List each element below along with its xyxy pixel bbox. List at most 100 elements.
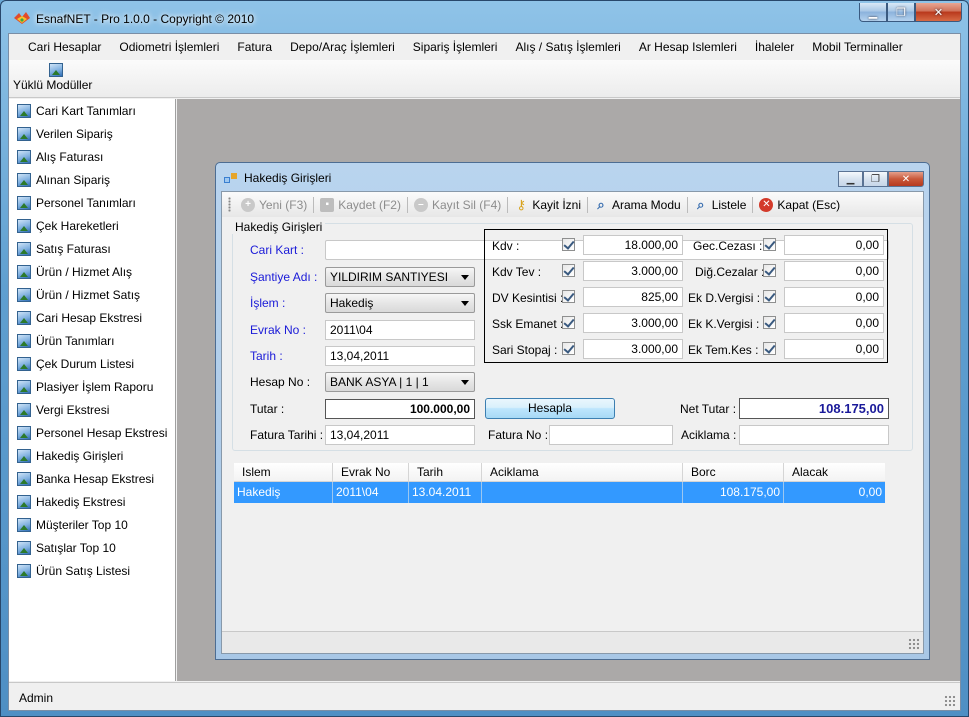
sari-stopaj-checkbox[interactable]	[562, 342, 575, 355]
sidebar-item-satislar-top-10[interactable]: Satışlar Top 10	[9, 536, 175, 559]
sidebar-item-satis-faturasi[interactable]: Satış Faturası	[9, 237, 175, 260]
dig-cezalar-checkbox[interactable]	[763, 264, 776, 277]
form-status-bar	[222, 631, 923, 653]
group-title: Hakediş Girişleri	[232, 220, 326, 234]
child-title-bar[interactable]: Hakediş Girişleri	[224, 171, 331, 185]
picture-icon	[17, 149, 31, 164]
evrak-no-label: Evrak No :	[250, 323, 307, 337]
dv-kesintisi-input[interactable]: 825,00	[583, 287, 683, 307]
sidebar-item-vergi-ekstresi[interactable]: Vergi Ekstresi	[9, 398, 175, 421]
menu-odiometri[interactable]: Odiometri İşlemleri	[110, 34, 228, 60]
cari-kart-label: Cari Kart :	[250, 243, 305, 257]
maximize-button[interactable]: ❐	[887, 3, 915, 22]
ek-k-vergisi-checkbox[interactable]	[763, 316, 776, 329]
child-minimize-button[interactable]: ▁	[838, 171, 863, 187]
ek-tem-kes-input[interactable]: 0,00	[784, 339, 884, 359]
aciklama-input[interactable]	[739, 425, 889, 445]
fatura-no-input[interactable]	[549, 425, 673, 445]
ssk-emanet-checkbox[interactable]	[562, 316, 575, 329]
menu-depo-arac[interactable]: Depo/Araç İşlemleri	[281, 34, 404, 60]
ek-d-vergisi-input[interactable]: 0,00	[784, 287, 884, 307]
delete-record-button[interactable]: – Kayıt Sil (F4)	[410, 197, 505, 212]
picture-icon	[17, 425, 31, 440]
resize-grip[interactable]	[944, 695, 956, 707]
picture-icon	[17, 310, 31, 325]
menu-cari-hesaplar[interactable]: Cari Hesaplar	[19, 34, 110, 60]
resize-grip[interactable]	[908, 638, 920, 650]
hesapla-button[interactable]: Hesapla	[485, 398, 615, 419]
sidebar-item-personel-tanimlari[interactable]: Personel Tanımları	[9, 191, 175, 214]
minimize-button[interactable]: ▁	[859, 3, 887, 22]
sidebar-item-label: Vergi Ekstresi	[36, 402, 110, 417]
sidebar-item-label: Hakediş Ekstresi	[36, 494, 126, 509]
kdv-tev-input[interactable]: 3.000,00	[583, 261, 683, 281]
dv-kesintisi-label: DV Kesintisi :	[492, 291, 564, 305]
ssk-emanet-input[interactable]: 3.000,00	[583, 313, 683, 333]
sidebar-item-urun-satis-listesi[interactable]: Ürün Satış Listesi	[9, 559, 175, 582]
sidebar-item-label: Hakediş Girişleri	[36, 448, 124, 463]
record-permission-button[interactable]: ⚷ Kayit İzni	[510, 197, 585, 212]
fatura-tarihi-input[interactable]: 13,04,2011	[325, 425, 475, 445]
save-button[interactable]: ▪ Kaydet (F2)	[316, 197, 405, 212]
sidebar-item-alinan-siparis[interactable]: Alınan Sipariş	[9, 168, 175, 191]
kdv-tev-checkbox[interactable]	[562, 264, 575, 277]
search-mode-button[interactable]: ⌕ Arama Modu	[590, 197, 685, 212]
tarih-input[interactable]: 13,04,2011	[325, 346, 475, 366]
sari-stopaj-input[interactable]: 3.000,00	[583, 339, 683, 359]
sidebar-item-urun-hizmet-satis[interactable]: Ürün / Hizmet Satış	[9, 283, 175, 306]
save-label: Kaydet (F2)	[338, 197, 401, 212]
column-header-aciklama[interactable]: Aciklama	[482, 463, 683, 481]
menu-mobil-terminaller[interactable]: Mobil Terminaller	[803, 34, 911, 60]
column-header-alacak[interactable]: Alacak	[784, 463, 885, 481]
dv-kesintisi-checkbox[interactable]	[562, 290, 575, 303]
sidebar-item-cek-durum-listesi[interactable]: Çek Durum Listesi	[9, 352, 175, 375]
ek-d-vergisi-checkbox[interactable]	[763, 290, 776, 303]
sidebar-item-cari-hesap-ekstresi[interactable]: Cari Hesap Ekstresi	[9, 306, 175, 329]
child-maximize-button[interactable]: ❐	[863, 171, 888, 187]
menu-fatura[interactable]: Fatura	[228, 34, 281, 60]
column-header-evrak-no[interactable]: Evrak No	[333, 463, 409, 481]
close-form-button[interactable]: ✕ Kapat (Esc)	[755, 197, 844, 212]
evrak-no-input[interactable]: 2011\04	[325, 320, 475, 340]
gec-cezasi-checkbox[interactable]	[763, 238, 776, 251]
loaded-modules-button[interactable]: Yüklü Modüller	[13, 63, 103, 92]
title-bar[interactable]: EsnafNET - Pro 1.0.0 - Copyright © 2010 …	[1, 1, 968, 33]
kdv-input[interactable]: 18.000,00	[583, 235, 683, 255]
child-close-button[interactable]: ✕	[888, 171, 924, 187]
sidebar-item-cek-hareketleri[interactable]: Çek Hareketleri	[9, 214, 175, 237]
sidebar-item-banka-hesap-ekstresi[interactable]: Banka Hesap Ekstresi	[9, 467, 175, 490]
sidebar-item-personel-hesap-ekstresi[interactable]: Personel Hesap Ekstresi	[9, 421, 175, 444]
list-button[interactable]: ⌕ Listele	[690, 197, 751, 212]
table-row[interactable]: Hakediş 2011\04 13.04.2011 108.175,00 0,…	[234, 482, 885, 503]
kdv-checkbox[interactable]	[562, 238, 575, 251]
santiye-select[interactable]: YILDIRIM SANTIYESI	[325, 267, 475, 287]
menu-ihaleler[interactable]: İhaleler	[746, 34, 803, 60]
sidebar-item-cari-kart-tanimlari[interactable]: Cari Kart Tanımları	[9, 99, 175, 122]
menu-ar-hesap[interactable]: Ar Hesap Islemleri	[630, 34, 746, 60]
floppy-disk-icon: ▪	[320, 197, 335, 212]
column-header-islem[interactable]: Islem	[234, 463, 333, 481]
sidebar-item-verilen-siparis[interactable]: Verilen Sipariş	[9, 122, 175, 145]
sidebar-item-urun-hizmet-alis[interactable]: Ürün / Hizmet Alış	[9, 260, 175, 283]
islem-select[interactable]: Hakediş	[325, 293, 475, 313]
sidebar-item-label: Ürün / Hizmet Satış	[36, 287, 141, 302]
sidebar-item-plasiyer-islem-raporu[interactable]: Plasiyer İşlem Raporu	[9, 375, 175, 398]
menu-siparis[interactable]: Sipariş İşlemleri	[404, 34, 507, 60]
sidebar-item-urun-tanimlari[interactable]: Ürün Tanımları	[9, 329, 175, 352]
sidebar-item-hakedis-girisleri[interactable]: Hakediş Girişleri	[9, 444, 175, 467]
menu-alis-satis[interactable]: Alış / Satış İşlemleri	[506, 34, 629, 60]
toolbar-grip[interactable]	[228, 197, 231, 212]
sidebar-item-hakedis-ekstresi[interactable]: Hakediş Ekstresi	[9, 490, 175, 513]
column-header-borc[interactable]: Borc	[683, 463, 784, 481]
close-button[interactable]: ✕	[915, 3, 962, 22]
new-button[interactable]: + Yeni (F3)	[237, 197, 311, 212]
dig-cezalar-input[interactable]: 0,00	[784, 261, 884, 281]
gec-cezasi-input[interactable]: 0,00	[784, 235, 884, 255]
ek-tem-kes-checkbox[interactable]	[763, 342, 776, 355]
column-header-tarih[interactable]: Tarih	[409, 463, 482, 481]
tutar-input[interactable]: 100.000,00	[325, 399, 475, 419]
hesap-no-select[interactable]: BANK ASYA | 1 | 1	[325, 372, 475, 392]
sidebar-item-alis-faturasi[interactable]: Alış Faturası	[9, 145, 175, 168]
sidebar-item-musteriler-top-10[interactable]: Müşteriler Top 10	[9, 513, 175, 536]
ek-k-vergisi-input[interactable]: 0,00	[784, 313, 884, 333]
